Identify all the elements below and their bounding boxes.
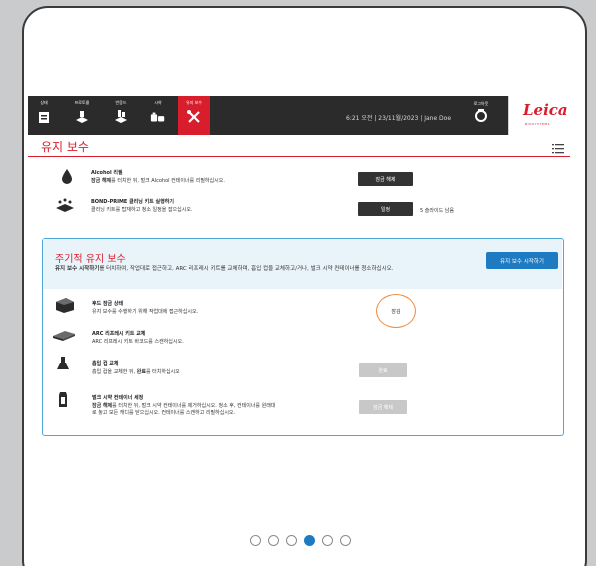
start-maintenance-button[interactable]: 유지 보수 시작하기 xyxy=(486,252,558,269)
nav-item-protocol[interactable]: 프로토콜 xyxy=(68,96,96,135)
periodic-maintenance-panel: 주기적 유지 보수 유지 보수 시작하기를 터치하여, 작업대로 접근하고, A… xyxy=(42,238,564,436)
desc-bold: 유지 보수 시작하기 xyxy=(55,266,100,272)
nav-item-label: 상태 xyxy=(40,100,48,105)
nav-item-label: 유지 보수 xyxy=(186,100,202,105)
desc-bold: 잠금 해제 xyxy=(92,403,113,409)
alcohol-refill-title: Alcohol 리필 xyxy=(91,170,123,176)
periodic-maintenance-title: 주기적 유지 보수 xyxy=(55,254,126,265)
alcohol-refill-desc: 잠금 해제를 터치한 뒤, 벌크 Alcohol 컨테이너를 리필하십시오. xyxy=(91,178,225,185)
nav-item-label: 시약 xyxy=(154,100,162,105)
header-divider xyxy=(28,156,570,157)
page-title: 유지 보수 xyxy=(41,140,89,154)
pager-dot[interactable] xyxy=(250,535,261,546)
hood-locked-label: 잠김 xyxy=(391,308,401,315)
nav-item-label: 반응드 xyxy=(115,100,127,105)
pager-dot[interactable] xyxy=(340,535,351,546)
bulk-container-title: 벌크 시약 컨테이너 세정 xyxy=(92,395,144,401)
hood-lock-desc: 유지 보수를 수행하기 위해 작업대에 접근하십시오. xyxy=(92,309,199,315)
nav-item-reagent[interactable]: 반응드 xyxy=(108,96,134,135)
alcohol-drop-icon xyxy=(58,167,76,185)
suction-cup-desc: 흡입 컵을 교체한 뒤, 완료를 터치하십시오 xyxy=(92,369,180,376)
app-screen: 상태 프로토콜 반응드 시약 유지 보수 6:21 오전 | 23/11월/20… xyxy=(28,96,570,442)
logo-subtitle: BIOSYSTEMS xyxy=(525,122,551,126)
user-icon xyxy=(474,107,488,127)
desc-bold: 잠금 해제 xyxy=(91,178,112,184)
cleaning-kit-title: BOND-PRIME 클리닝 키트 실행하기 xyxy=(91,199,174,205)
desc-text: 를 터치한 뒤, 벌크 Alcohol 컨테이너를 리필하십시오. xyxy=(111,178,225,184)
hood-lock-icon xyxy=(54,296,76,314)
cleaning-kit-desc: 클리닝 키트를 탑재하고 청소 일정을 잡으십시오. xyxy=(91,207,193,213)
logo-word: Leica xyxy=(523,101,568,119)
arc-refresh-desc: ARC 리프레시 키트 바코드를 스캔하십시오. xyxy=(92,339,184,345)
desc-bold: 완료 xyxy=(136,369,146,375)
desc-text: 를 터치하여, 작업대로 접근하고, ARC 리프레시 키트를 교체하며, 흡입… xyxy=(99,266,394,272)
bulk-unlock-button[interactable]: 잠금 해제 xyxy=(359,400,407,414)
bulk-container-desc: 잠금 해제를 터치한 뒤, 벌크 시약 컨테이너를 제거하십시오. 청소 후, … xyxy=(92,403,275,410)
arc-refresh-title: ARC 리프레시 키트 교체 xyxy=(92,331,146,337)
wrench-screwdriver-icon xyxy=(186,109,202,125)
pager-dot[interactable] xyxy=(322,535,333,546)
nav-item-reagent-bottle[interactable]: 시약 xyxy=(146,96,170,135)
hood-locked-status: 잠김 xyxy=(376,294,416,328)
status-clock-date-user: 6:21 오전 | 23/11월/2023 | Jane Doe xyxy=(346,115,452,122)
done-button[interactable]: 완료 xyxy=(359,363,407,377)
nav-item-maintenance[interactable]: 유지 보수 xyxy=(178,96,210,135)
alcohol-unlock-button[interactable]: 잠금 해제 xyxy=(358,172,413,186)
pager-dot[interactable] xyxy=(286,535,297,546)
reagent-icon xyxy=(113,109,129,125)
nav-item-label: 프로토콜 xyxy=(74,100,90,105)
nav-item-status[interactable]: 상태 xyxy=(36,96,52,135)
status-icon xyxy=(36,109,52,125)
slides-remaining-text: 5 슬라이드 남음 xyxy=(420,208,454,214)
leica-logo: Leica BIOSYSTEMS xyxy=(508,96,570,135)
logout-button[interactable]: 로그아웃 xyxy=(469,96,493,135)
hood-lock-title: 후드 잠금 상태 xyxy=(92,301,124,307)
cleaning-kit-icon xyxy=(54,196,76,214)
protocol-icon xyxy=(74,109,90,125)
pager-dot[interactable] xyxy=(268,535,279,546)
suction-cup-title: 흡입 컵 교체 xyxy=(92,361,119,367)
top-nav-bar: 상태 프로토콜 반응드 시약 유지 보수 6:21 오전 | 23/11월/20… xyxy=(28,96,570,135)
periodic-maintenance-header: 주기적 유지 보수 유지 보수 시작하기를 터치하여, 작업대로 접근하고, A… xyxy=(43,239,562,289)
carousel-pager xyxy=(250,535,351,546)
bulk-container-icon xyxy=(54,391,72,409)
schedule-button[interactable]: 일정 xyxy=(358,202,413,216)
desc-text: 를 터치한 뒤, 벌크 시약 컨테이너를 제거하십시오. 청소 후, 컨테이너를… xyxy=(112,403,276,409)
suction-cup-icon xyxy=(54,355,72,373)
desc-text: 를 터치하십시오 xyxy=(145,369,180,375)
desc-text: 흡입 컵을 교체한 뒤, xyxy=(92,369,137,375)
pager-dot-active[interactable] xyxy=(304,535,315,546)
list-menu-icon[interactable] xyxy=(552,139,564,154)
reagent-bottle-icon xyxy=(150,109,166,125)
arc-refresh-kit-icon xyxy=(51,326,77,344)
bulk-container-desc-line2: 로 놓고 모든 캐디를 닫으십시오. 컨테이너를 스캔하고 리필하십시오. xyxy=(92,410,236,416)
periodic-maintenance-desc: 유지 보수 시작하기를 터치하여, 작업대로 접근하고, ARC 리프레시 키트… xyxy=(55,265,455,273)
